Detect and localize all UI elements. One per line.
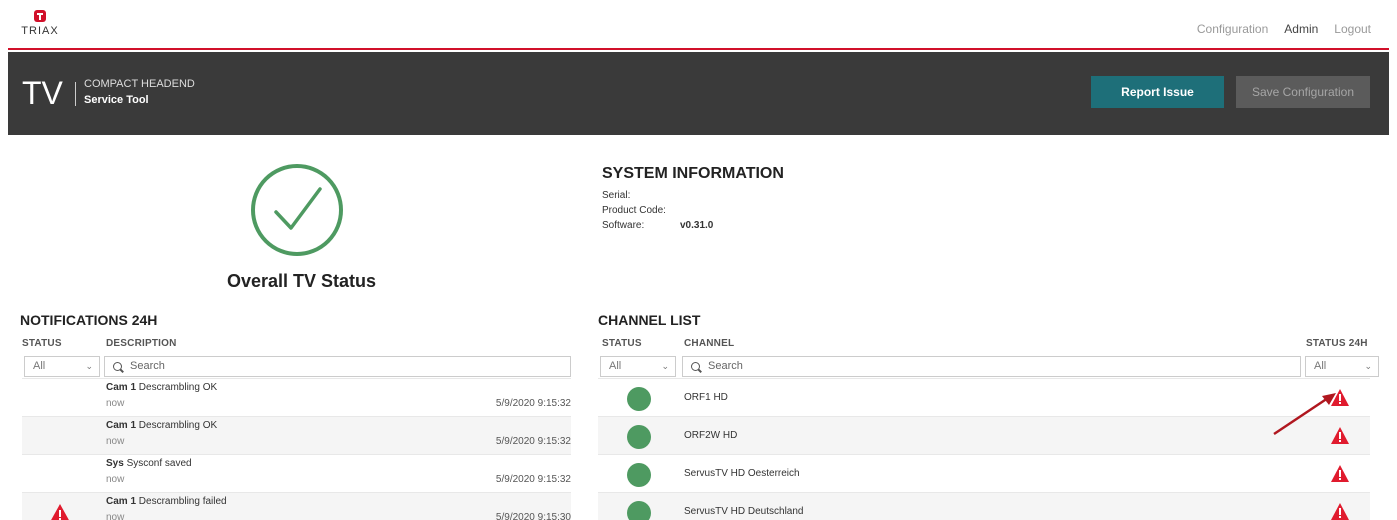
channel-search-placeholder: Search — [708, 360, 743, 372]
notifications-description-header: DESCRIPTION — [106, 338, 177, 349]
channel-row[interactable]: ServusTV HD Oesterreich — [598, 454, 1370, 492]
notification-text: Descrambling OK — [138, 420, 218, 431]
system-info-title: SYSTEM INFORMATION — [602, 165, 784, 182]
channel-name: ServusTV HD Deutschland — [684, 506, 804, 517]
notification-ago: now — [106, 398, 125, 409]
channel-name-header: CHANNEL — [684, 338, 735, 349]
chevron-down-icon: ⌄ — [1364, 361, 1372, 371]
top-nav: Configuration Admin Logout — [1197, 22, 1371, 36]
channel-name: ORF2W HD — [684, 430, 738, 441]
notification-text: Descrambling failed — [138, 496, 227, 507]
search-icon — [113, 362, 122, 371]
notification-row[interactable]: Cam 1 Descrambling OK now 5/9/2020 9:15:… — [22, 378, 571, 416]
notification-source: Cam 1 — [106, 420, 137, 431]
notifications-status-filter[interactable]: All ⌄ — [24, 356, 100, 377]
channel-row[interactable]: ORF2W HD — [598, 416, 1370, 454]
logo-text: TRIAX — [21, 25, 59, 37]
nav-admin-link[interactable]: Admin — [1284, 22, 1318, 36]
status-ok-indicator — [627, 387, 651, 411]
channel-status24-filter[interactable]: All ⌄ — [1305, 356, 1379, 377]
notification-row[interactable]: Cam 1 Descrambling failed now 5/9/2020 9… — [22, 492, 571, 520]
triax-logo-icon — [34, 10, 46, 22]
software-label: Software: — [602, 220, 645, 231]
channel-status-header: STATUS — [602, 338, 642, 349]
notification-row[interactable]: Cam 1 Descrambling OK now 5/9/2020 9:15:… — [22, 416, 571, 454]
warning-icon[interactable] — [1330, 502, 1350, 520]
report-issue-button[interactable]: Report Issue — [1091, 76, 1224, 108]
check-circle-icon — [251, 164, 343, 256]
notification-timestamp: 5/9/2020 9:15:32 — [495, 398, 571, 409]
channel-list-title: CHANNEL LIST — [598, 312, 701, 328]
software-value: v0.31.0 — [680, 220, 714, 231]
status-ok-indicator — [627, 463, 651, 487]
app-subtitle: COMPACT HEADEND — [84, 78, 195, 90]
app-title: Service Tool — [84, 94, 149, 106]
channel-status-filter[interactable]: All ⌄ — [600, 356, 676, 377]
triax-logo[interactable]: TRIAX — [20, 10, 60, 37]
notifications-search-placeholder: Search — [130, 360, 165, 372]
channel-status24-filter-value: All — [1314, 360, 1327, 372]
warning-icon[interactable] — [1330, 464, 1350, 483]
channel-name: ServusTV HD Oesterreich — [684, 468, 800, 479]
chevron-down-icon: ⌄ — [661, 361, 669, 371]
notifications-title: NOTIFICATIONS 24H — [20, 312, 158, 328]
top-bar: TRIAX Configuration Admin Logout — [8, 8, 1389, 50]
channel-search-input[interactable]: Search — [682, 356, 1301, 377]
channel-status-filter-value: All — [609, 360, 622, 372]
header-divider — [75, 82, 76, 106]
channel-row[interactable]: ORF1 HD — [598, 378, 1370, 416]
notifications-status-filter-value: All — [33, 360, 46, 372]
nav-logout-link[interactable]: Logout — [1334, 22, 1371, 36]
channel-row[interactable]: ServusTV HD Deutschland — [598, 492, 1370, 520]
notification-timestamp: 5/9/2020 9:15:30 — [495, 512, 571, 520]
notification-ago: now — [106, 512, 125, 520]
tv-logo: TV — [22, 75, 63, 111]
notification-row[interactable]: Sys Sysconf saved now 5/9/2020 9:15:32 — [22, 454, 571, 492]
notification-timestamp: 5/9/2020 9:15:32 — [495, 474, 571, 485]
overall-status-label: Overall TV Status — [227, 271, 377, 291]
channel-name: ORF1 HD — [684, 392, 728, 403]
notifications-status-header: STATUS — [22, 338, 62, 349]
save-configuration-button[interactable]: Save Configuration — [1236, 76, 1370, 108]
notification-source: Cam 1 — [106, 496, 137, 507]
notifications-search-input[interactable]: Search — [104, 356, 571, 377]
nav-configuration-link[interactable]: Configuration — [1197, 22, 1268, 36]
chevron-down-icon: ⌄ — [85, 361, 93, 371]
notification-source: Cam 1 — [106, 382, 137, 393]
notification-source: Sys — [106, 458, 124, 469]
serial-label: Serial: — [602, 190, 631, 201]
annotation-arrow-icon — [1273, 393, 1336, 436]
channel-status24-header: STATUS 24H — [1306, 338, 1368, 349]
warning-icon — [51, 504, 69, 520]
notification-text: Descrambling OK — [138, 382, 218, 393]
app-header: TV COMPACT HEADEND Service Tool Report I… — [8, 52, 1389, 135]
notification-timestamp: 5/9/2020 9:15:32 — [495, 436, 571, 447]
notification-ago: now — [106, 436, 125, 447]
status-ok-indicator — [627, 425, 651, 449]
notification-text: Sysconf saved — [126, 458, 192, 469]
status-ok-indicator — [627, 501, 651, 520]
product-code-label: Product Code: — [602, 205, 666, 216]
notification-ago: now — [106, 474, 125, 485]
search-icon — [691, 362, 700, 371]
